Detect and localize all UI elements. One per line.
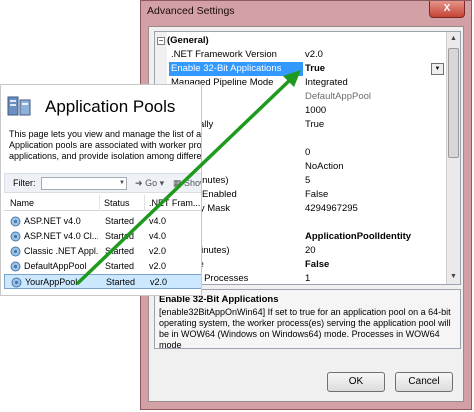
- column-separator[interactable]: [99, 195, 100, 211]
- dialog-titlebar: Advanced Settings X: [141, 1, 471, 23]
- application-pools-icon: [7, 96, 31, 116]
- property-value: 1: [305, 273, 311, 284]
- property-category[interactable]: − (General): [155, 34, 447, 48]
- page-title: Application Pools: [45, 97, 176, 116]
- filter-bar: Filter: ▼ ➜ Go ▾ ▦ Show: [4, 173, 201, 193]
- property-value: 0: [305, 147, 311, 158]
- app-pool-icon: [10, 216, 21, 227]
- property-name: .NET Framework Version: [171, 49, 277, 60]
- pool-framework: v4.0: [149, 216, 167, 226]
- pool-status: Started: [105, 261, 135, 271]
- filter-dropdown-icon[interactable]: ▼: [119, 178, 128, 189]
- table-row[interactable]: DefaultAppPool Started v2.0: [4, 259, 201, 274]
- pool-framework: v2.0: [149, 261, 167, 271]
- table-row[interactable]: ASP.NET v4.0 Cl... Started v4.0: [4, 229, 201, 244]
- property-grid-scrollbar[interactable]: ▲ ▼: [446, 32, 460, 284]
- go-icon: ➜: [135, 178, 143, 188]
- intro-line: applications, and provide isolation amon…: [9, 151, 202, 161]
- table-row[interactable]: ASP.NET v4.0 Started v4.0: [4, 214, 201, 229]
- pool-name: YourAppPool: [25, 277, 78, 287]
- cancel-button[interactable]: Cancel: [395, 372, 453, 392]
- property-name: Enable 32-Bit Applications: [169, 62, 303, 76]
- filter-input[interactable]: [41, 177, 127, 190]
- pool-name: Classic .NET Appl...: [24, 246, 98, 256]
- show-all-icon: ▦: [173, 178, 182, 188]
- column-status[interactable]: Status: [104, 198, 130, 208]
- show-label: Show: [184, 178, 201, 188]
- scroll-thumb[interactable]: [448, 48, 459, 158]
- intro-line: This page lets you view and manage the l…: [9, 129, 202, 139]
- go-label: Go: [145, 178, 158, 188]
- property-value: True: [305, 119, 325, 130]
- property-description: Enable 32-Bit Applications [enable32BitA…: [154, 289, 461, 350]
- pool-status: Started: [106, 277, 136, 287]
- pool-name: DefaultAppPool: [24, 261, 87, 271]
- collapse-icon[interactable]: −: [157, 37, 165, 45]
- property-row[interactable]: .NET Framework Version v2.0: [155, 48, 447, 62]
- property-value: Integrated: [305, 77, 348, 88]
- property-value: False: [305, 189, 329, 200]
- property-value: 5: [305, 175, 311, 186]
- property-value: 1000: [305, 105, 327, 116]
- application-pools-list: Name Status .NET Fram... ASP.NET v4.0 Sta…: [4, 195, 201, 295]
- property-value: False: [305, 259, 330, 270]
- app-pool-icon: [11, 277, 22, 288]
- table-row[interactable]: Classic .NET Appl... Started v2.0: [4, 244, 201, 259]
- property-value: 4294967295: [305, 203, 358, 214]
- intro-line: Application pools are associated with wo…: [9, 140, 202, 150]
- app-pool-icon: [10, 261, 21, 272]
- list-header: Name Status .NET Fram...: [4, 195, 201, 211]
- pool-name: ASP.NET v4.0 Cl...: [24, 231, 98, 241]
- property-row[interactable]: Enable 32-Bit Applications True ▼: [155, 62, 447, 76]
- app-pool-icon: [10, 231, 21, 242]
- table-row[interactable]: YourAppPool Started v2.0: [4, 274, 201, 289]
- pool-framework: v2.0: [149, 246, 167, 256]
- show-button[interactable]: ▦ Show: [173, 178, 201, 189]
- dialog-title: Advanced Settings: [147, 5, 235, 17]
- pool-status: Started: [105, 246, 135, 256]
- app-pool-icon: [10, 246, 21, 257]
- pool-status: Started: [105, 231, 135, 241]
- column-framework[interactable]: .NET Fram...: [149, 198, 200, 208]
- pool-framework: v2.0: [150, 277, 168, 287]
- go-button[interactable]: ➜ Go ▾: [135, 178, 164, 189]
- pool-name: ASP.NET v4.0: [24, 216, 81, 226]
- column-name[interactable]: Name: [10, 198, 34, 208]
- close-button[interactable]: X: [429, 1, 465, 18]
- property-value: NoAction: [305, 161, 344, 172]
- property-value: v2.0: [305, 49, 323, 60]
- pool-framework: v4.0: [149, 231, 167, 241]
- application-pools-panel: Application Pools This page lets you vie…: [0, 84, 202, 296]
- column-separator[interactable]: [144, 195, 145, 211]
- value-dropdown-icon[interactable]: ▼: [431, 63, 444, 75]
- ok-button[interactable]: OK: [327, 372, 385, 392]
- filter-label: Filter:: [13, 178, 36, 188]
- property-name: (General): [167, 35, 209, 46]
- pool-status: Started: [105, 216, 135, 226]
- scroll-down-icon[interactable]: ▼: [447, 270, 460, 284]
- property-value: 20: [305, 245, 316, 256]
- property-value: ApplicationPoolIdentity: [305, 231, 412, 242]
- page-intro: This page lets you view and manage the l…: [9, 129, 202, 162]
- property-value[interactable]: True: [305, 62, 447, 76]
- description-text: [enable32BitAppOnWin64] If set to true f…: [159, 307, 451, 350]
- scroll-up-icon[interactable]: ▲: [447, 32, 460, 46]
- property-value: DefaultAppPool: [305, 91, 372, 102]
- description-title: Enable 32-Bit Applications: [159, 294, 279, 305]
